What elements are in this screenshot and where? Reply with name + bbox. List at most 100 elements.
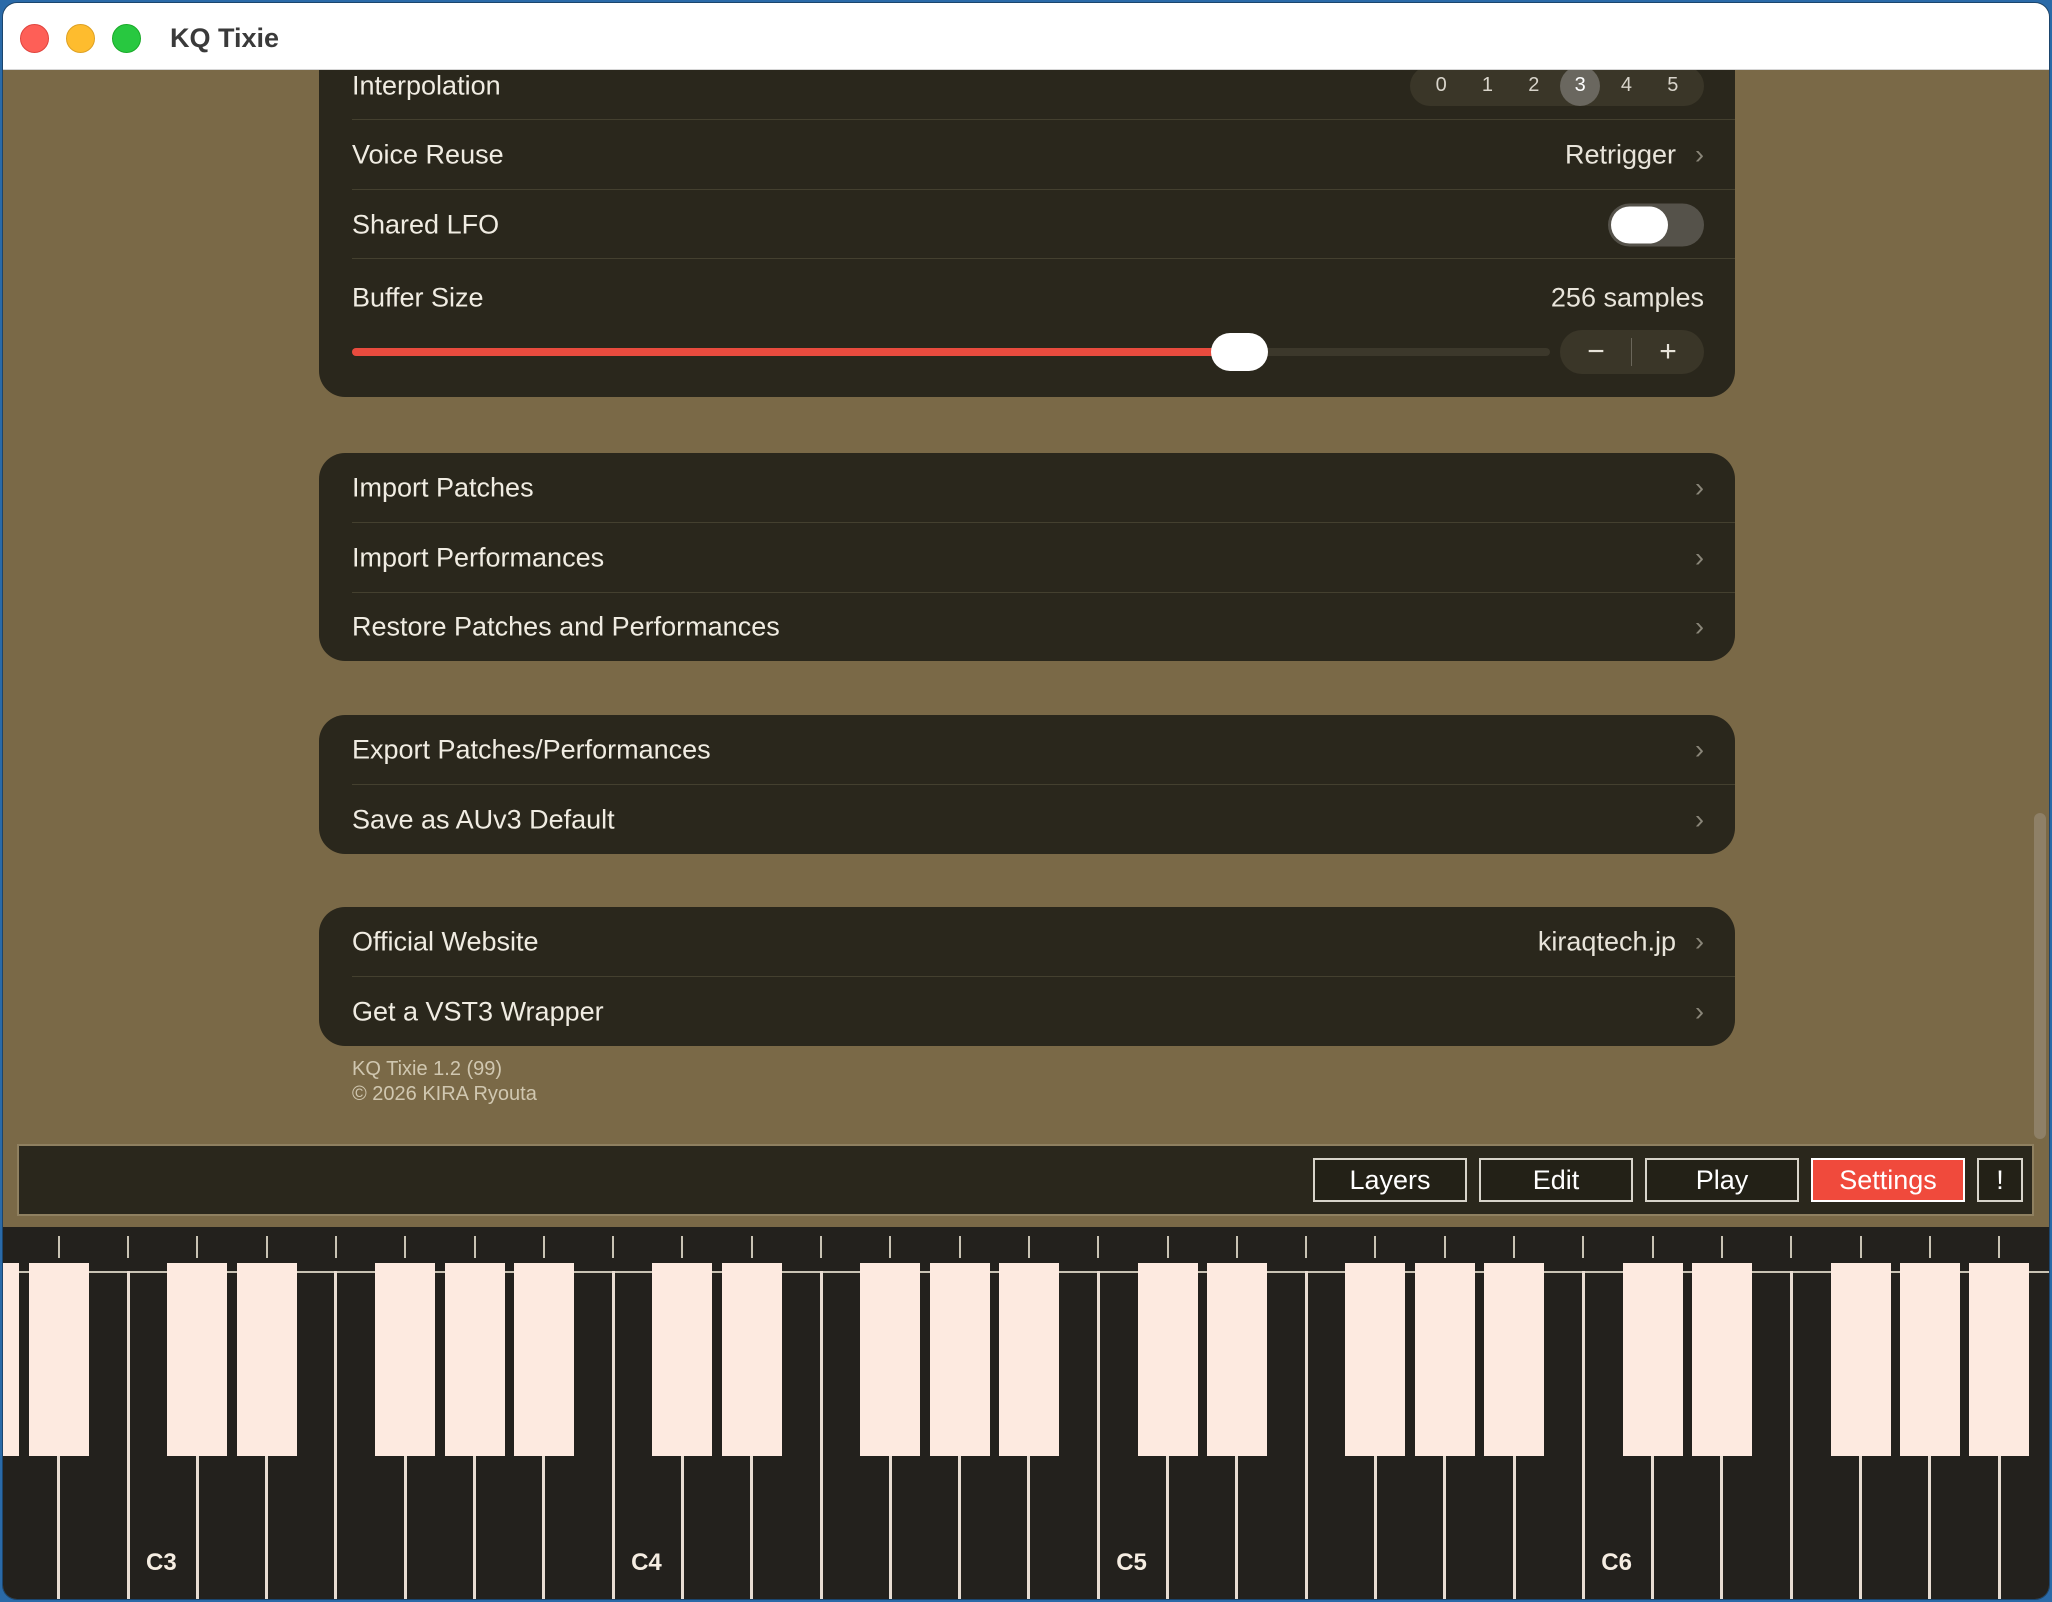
key-tick (1928, 1236, 1931, 1258)
interpolation-option-5[interactable]: 5 (1653, 70, 1693, 106)
key-tick (1166, 1236, 1169, 1258)
black-key[interactable] (1622, 1263, 1683, 1456)
black-key[interactable] (1969, 1263, 2030, 1456)
piano-keyboard[interactable]: C3 C4 C5 C6 (3, 1227, 2049, 1599)
buffer-size-slider-thumb[interactable] (1210, 333, 1268, 371)
voice-reuse-value: Retrigger (1564, 139, 1676, 169)
toggle-knob (1611, 206, 1668, 243)
interpolation-segmented-control[interactable]: 0 1 2 3 4 5 (1410, 70, 1704, 106)
black-key[interactable] (444, 1263, 505, 1456)
key-tick (265, 1236, 268, 1258)
black-key[interactable] (1206, 1263, 1267, 1456)
settings-button[interactable]: Settings (1811, 1158, 1965, 1202)
import-performances-label: Import Performances (352, 542, 605, 572)
black-key[interactable] (652, 1263, 713, 1456)
shared-lfo-toggle[interactable] (1608, 203, 1704, 246)
buffer-size-slider[interactable] (352, 348, 1550, 356)
interpolation-option-1[interactable]: 1 (1467, 70, 1507, 106)
export-patches-row[interactable]: Export Patches/Performances › (319, 715, 1735, 784)
interpolation-option-0[interactable]: 0 (1421, 70, 1461, 106)
black-key[interactable] (1414, 1263, 1475, 1456)
import-performances-row[interactable]: Import Performances › (319, 523, 1735, 592)
black-key[interactable] (1691, 1263, 1752, 1456)
chevron-right-icon: › (1695, 542, 1704, 572)
buffer-size-increment-button[interactable]: + (1632, 330, 1704, 374)
black-key[interactable] (236, 1263, 297, 1456)
key-tick (473, 1236, 476, 1258)
key-tick (1790, 1236, 1793, 1258)
white-key-separator (1304, 1271, 1308, 1599)
black-key[interactable] (513, 1263, 574, 1456)
official-website-row[interactable]: Official Website kiraqtech.jp › (319, 907, 1735, 976)
black-key[interactable] (1830, 1263, 1891, 1456)
key-tick (681, 1236, 684, 1258)
chevron-right-icon: › (1695, 139, 1704, 169)
import-patches-row[interactable]: Import Patches › (319, 453, 1735, 522)
white-key-separator (1789, 1271, 1793, 1599)
layers-button[interactable]: Layers (1313, 1158, 1467, 1202)
audio-settings-group: Interpolation 0 1 2 3 4 5 Voice Reuse Re… (319, 70, 1735, 397)
vst3-wrapper-row[interactable]: Get a VST3 Wrapper › (319, 977, 1735, 1046)
black-key[interactable] (721, 1263, 782, 1456)
vertical-scrollbar[interactable] (2034, 813, 2046, 1139)
black-key[interactable] (929, 1263, 990, 1456)
key-tick (334, 1236, 337, 1258)
key-tick (1651, 1236, 1654, 1258)
key-tick (820, 1236, 822, 1258)
key-tick (1513, 1236, 1515, 1258)
black-key[interactable] (28, 1263, 89, 1456)
shared-lfo-label: Shared LFO (352, 209, 500, 239)
buffer-size-stepper[interactable]: − + (1560, 330, 1704, 374)
save-auv3-default-row[interactable]: Save as AUv3 Default › (319, 785, 1735, 854)
black-key[interactable] (998, 1263, 1059, 1456)
interpolation-label: Interpolation (352, 70, 501, 100)
white-key-separator (1581, 1271, 1585, 1599)
app-window: KQ Tixie Interpolation 0 1 2 3 4 5 Voice… (3, 3, 2049, 1599)
key-tick (1443, 1236, 1446, 1258)
restore-patches-row[interactable]: Restore Patches and Performances › (319, 592, 1735, 661)
zoom-window-button[interactable] (112, 24, 141, 53)
interpolation-option-4[interactable]: 4 (1606, 70, 1646, 106)
black-key[interactable] (1899, 1263, 1960, 1456)
key-tick (750, 1236, 753, 1258)
row-divider (352, 258, 1735, 259)
buffer-size-slider-fill (352, 348, 1239, 356)
version-text: KQ Tixie 1.2 (99) (352, 1058, 503, 1080)
chevron-right-icon: › (1695, 611, 1704, 641)
key-tick (958, 1236, 961, 1258)
octave-label: C4 (631, 1549, 662, 1576)
black-key[interactable] (1137, 1263, 1198, 1456)
black-key[interactable] (1484, 1263, 1544, 1456)
title-bar: KQ Tixie (3, 3, 2049, 70)
white-key-separator (611, 1271, 615, 1599)
voice-reuse-row[interactable]: Voice Reuse Retrigger › (319, 120, 1735, 189)
key-tick (1582, 1236, 1585, 1258)
minimize-window-button[interactable] (66, 24, 95, 53)
chevron-right-icon: › (1695, 996, 1704, 1026)
chevron-right-icon: › (1695, 734, 1704, 764)
buffer-size-decrement-button[interactable]: − (1560, 330, 1632, 374)
white-key-separator (334, 1271, 338, 1599)
black-key[interactable] (375, 1263, 436, 1456)
black-key[interactable] (167, 1263, 228, 1456)
edit-button[interactable]: Edit (1479, 1158, 1633, 1202)
interpolation-option-2[interactable]: 2 (1514, 70, 1554, 106)
key-tick (1305, 1236, 1308, 1258)
official-website-label: Official Website (352, 926, 539, 956)
close-window-button[interactable] (20, 24, 49, 53)
chevron-right-icon: › (1695, 472, 1704, 502)
white-key-separator (819, 1271, 823, 1599)
export-patches-label: Export Patches/Performances (352, 734, 711, 764)
save-auv3-default-label: Save as AUv3 Default (352, 804, 615, 834)
play-button[interactable]: Play (1645, 1158, 1799, 1202)
key-tick (1859, 1236, 1862, 1258)
import-group: Import Patches › Import Performances › R… (319, 453, 1735, 661)
key-tick (404, 1236, 407, 1258)
key-tick (889, 1236, 892, 1258)
settings-scroll-view[interactable]: Interpolation 0 1 2 3 4 5 Voice Reuse Re… (3, 70, 2049, 1143)
black-key[interactable] (1345, 1263, 1406, 1456)
black-key[interactable] (860, 1263, 921, 1456)
interpolation-option-3[interactable]: 3 (1560, 70, 1601, 106)
black-key[interactable] (3, 1263, 20, 1456)
alert-button[interactable]: ! (1977, 1158, 2023, 1202)
